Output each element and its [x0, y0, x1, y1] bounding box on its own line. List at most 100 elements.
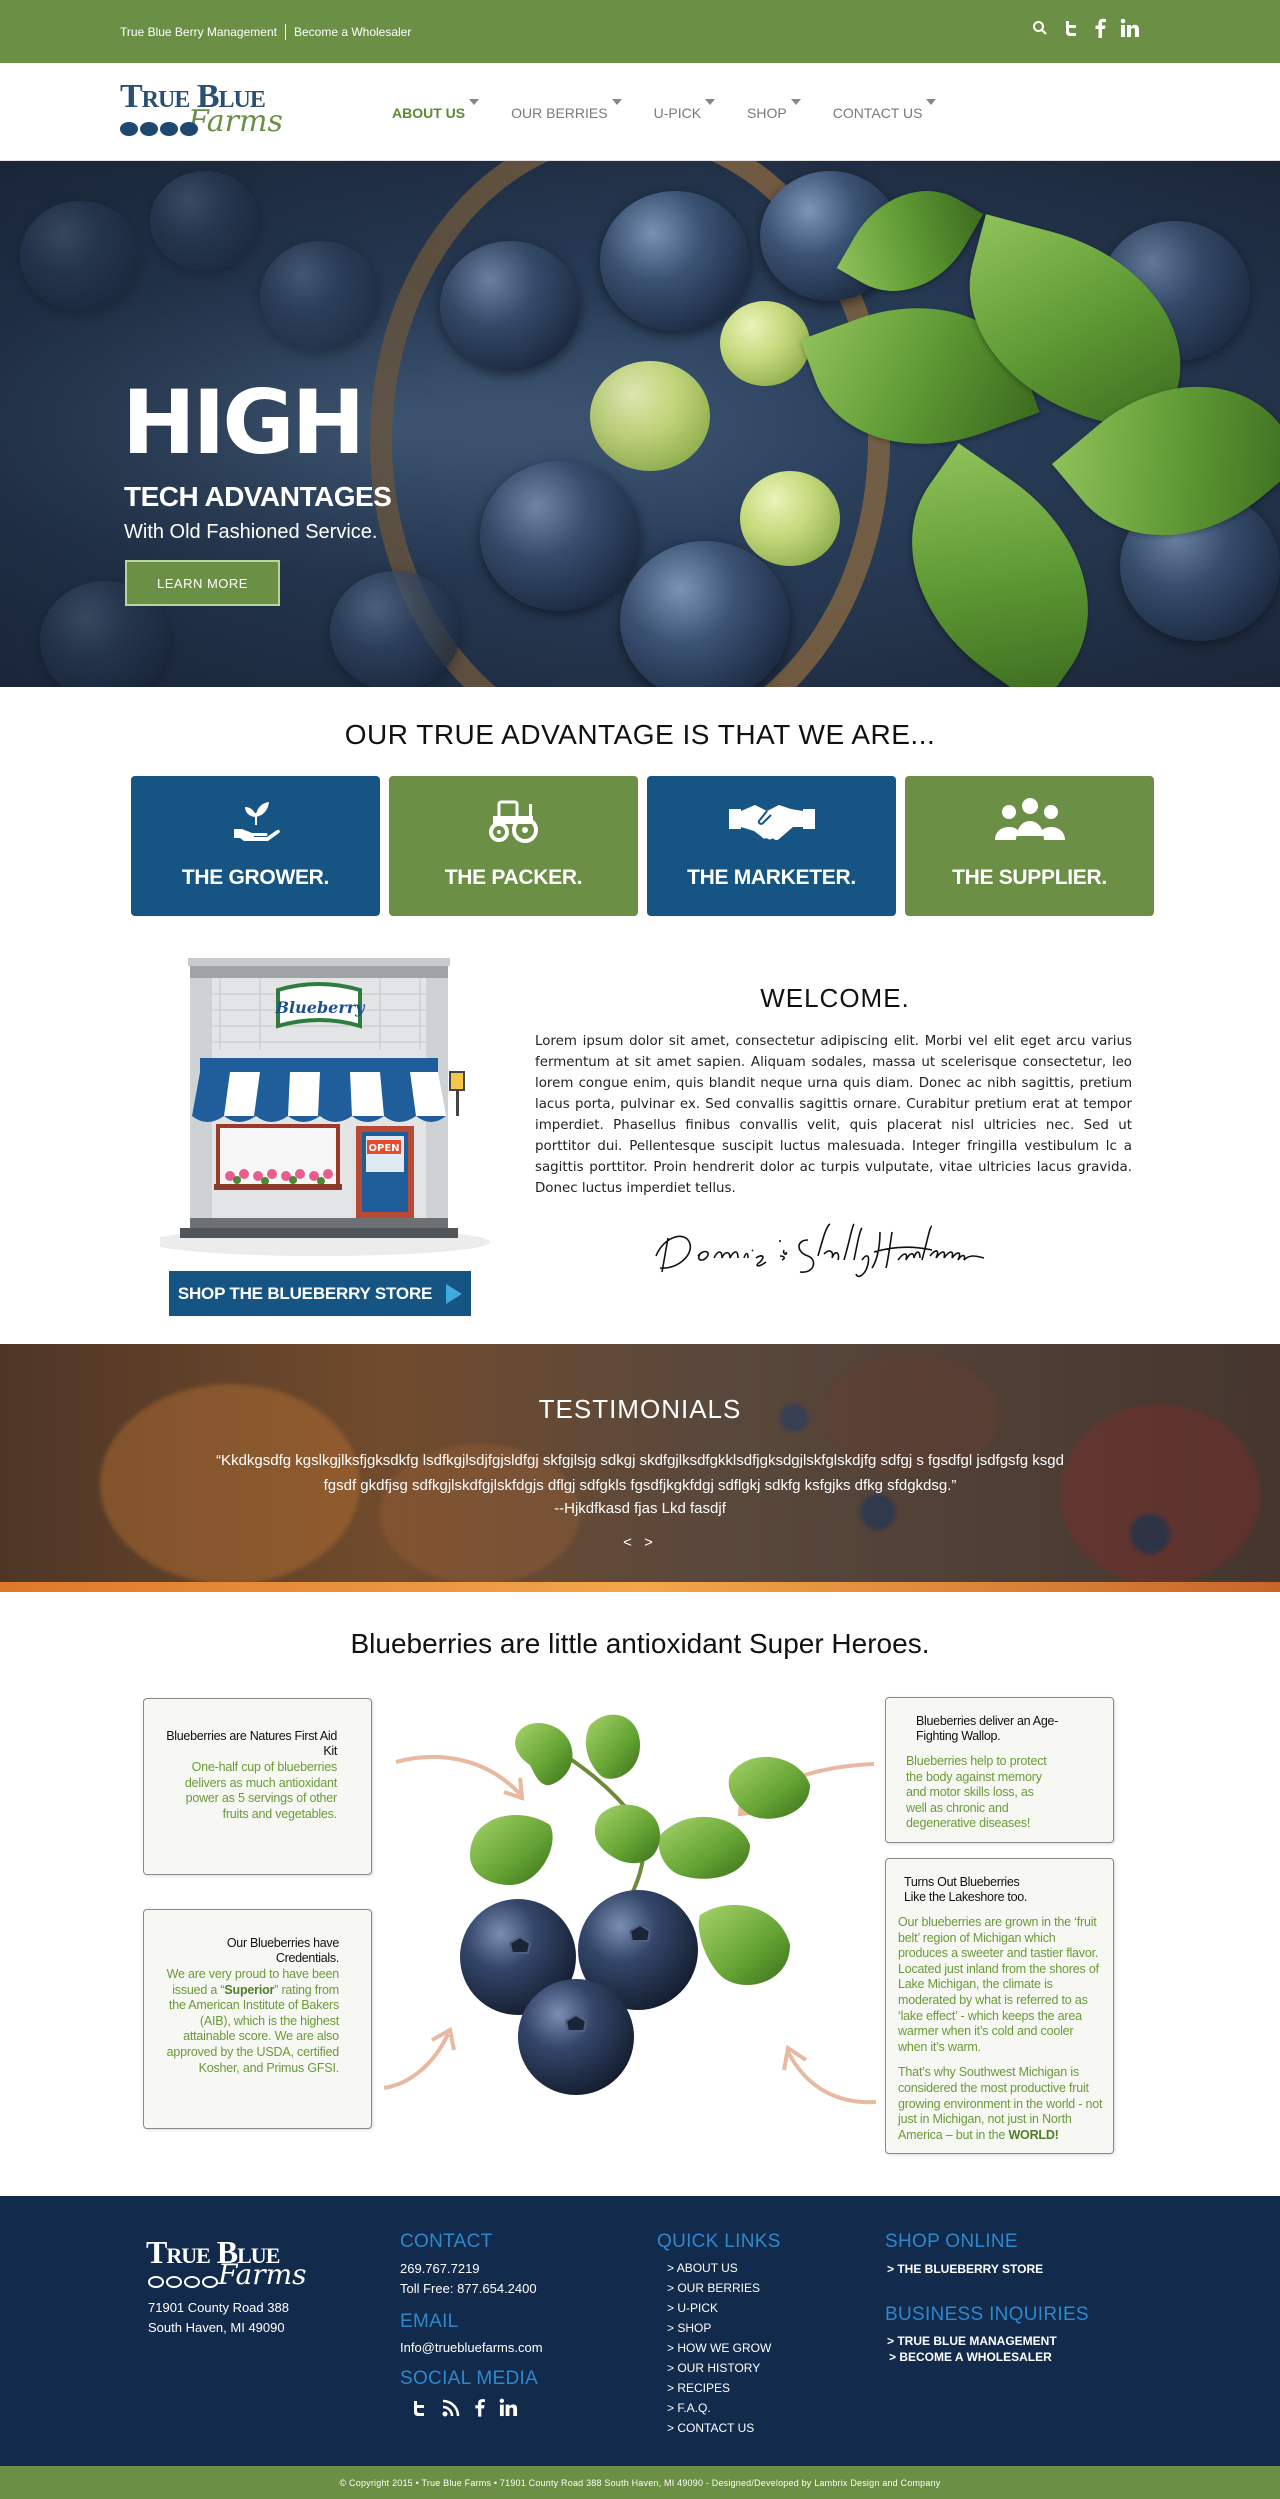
nav-item-about-us[interactable]: ABOUT US [392, 99, 480, 121]
tile-label: THE MARKETER. [687, 866, 856, 889]
chevron-down-icon [926, 99, 937, 105]
tractor-icon [485, 794, 543, 846]
fact-card-first-aid: Blueberries are Natures First Aid Kit On… [143, 1698, 372, 1875]
fact-title: Turns Out Blueberries Like the Lakeshore… [904, 1875, 1028, 1904]
management-link[interactable]: True Blue Berry Management [120, 25, 277, 39]
rss-icon[interactable] [442, 2399, 460, 2422]
fact-body-2: That’s why Southwest Michigan is conside… [898, 2065, 1103, 2142]
chevron-down-icon [469, 99, 480, 105]
testimonials-section: TESTIMONIALS “Kkdkgsdfg kgslkgjlksfjgksd… [0, 1344, 1280, 1592]
learn-more-button[interactable]: LEARN MORE [125, 560, 280, 606]
nav-item-our-berries[interactable]: OUR BERRIES [511, 99, 622, 121]
quick-link-u-pick[interactable]: U-PICK [667, 2298, 771, 2318]
nav-item-shop[interactable]: SHOP [747, 99, 801, 121]
tile-label: THE PACKER. [444, 866, 583, 889]
testimonial-author: --Hjkdfkasd fjas Lkd fasdjf [554, 1500, 726, 1517]
people-icon [993, 794, 1067, 846]
quick-link-shop[interactable]: SHOP [667, 2318, 771, 2338]
handshake-icon [727, 794, 817, 846]
quick-link-contact-us[interactable]: CONTACT US [667, 2418, 771, 2438]
welcome-title: WELCOME. [760, 983, 910, 1013]
business-inquiries-links: TRUE BLUE MANAGEMENT BECOME A WHOLESALER [887, 2333, 1057, 2365]
nav-item-label: OUR BERRIES [511, 105, 608, 121]
footer-logo[interactable]: True Blue Farms [146, 2234, 326, 2294]
fact-body: We are very proud to have been issued a … [166, 1967, 340, 2075]
quick-link-recipes[interactable]: RECIPES [667, 2378, 771, 2398]
site-footer: True Blue Farms 71901 County Road 388 So… [0, 2196, 1280, 2466]
hero-tagline: With Old Fashioned Service. [124, 521, 378, 543]
chevron-down-icon [705, 99, 716, 105]
toll-free-number[interactable]: Toll Free: 877.654.2400 [400, 2279, 537, 2299]
shop-online-heading: SHOP ONLINE [885, 2231, 1018, 2252]
facebook-icon[interactable] [1094, 18, 1106, 38]
fact-title: Blueberries are Natures First Aid Kit [166, 1729, 337, 1758]
footer-social-icons [410, 2398, 518, 2422]
testimonial-pager: < > [0, 1534, 1280, 1551]
become-wholesaler-link[interactable]: BECOME A WHOLESALER [887, 2349, 1057, 2365]
copyright-text: © Copyright 2015 • True Blue Farms • 719… [339, 2477, 941, 2488]
nav-item-contact-us[interactable]: CONTACT US [832, 99, 937, 121]
top-utility-bar: True Blue Berry Management Become a Whol… [0, 0, 1280, 63]
social-media-heading: SOCIAL MEDIA [400, 2368, 539, 2389]
previous-arrow-icon[interactable]: < [623, 1534, 636, 1551]
nav-item-u-pick[interactable]: U-PICK [654, 99, 716, 121]
advantage-tiles: THE GROWER. THE PACKER. THE MARKETER. TH… [131, 776, 1154, 916]
wholesaler-link[interactable]: Become a Wholesaler [294, 25, 411, 39]
shop-button-label: SHOP THE BLUEBERRY STORE [177, 1283, 433, 1303]
facebook-icon[interactable] [474, 2398, 485, 2422]
owners-signature [648, 1220, 1028, 1295]
svg-text:Blueberry: Blueberry [275, 998, 367, 1017]
tile-supplier[interactable]: THE SUPPLIER. [905, 776, 1154, 916]
quick-link-how-we-grow[interactable]: HOW WE GROW [667, 2338, 771, 2358]
tile-packer[interactable]: THE PACKER. [389, 776, 638, 916]
testimonials-bottom-strip [0, 1582, 1280, 1592]
hero-headline: HIGH [122, 371, 365, 474]
site-logo[interactable]: True Blue Farms [118, 78, 298, 148]
nav-item-label: SHOP [747, 105, 787, 121]
twitter-icon[interactable] [410, 2399, 428, 2422]
next-arrow-icon[interactable]: > [644, 1534, 657, 1551]
linkedin-icon[interactable] [1120, 18, 1140, 38]
business-inquiries-heading: BUSINESS INQUIRIES [885, 2304, 1089, 2325]
chevron-down-icon [790, 99, 801, 105]
email-link[interactable]: Info@truebluefarms.com [400, 2338, 543, 2358]
arrow-right-icon [446, 1283, 463, 1304]
address-line: South Haven, MI 49090 [148, 2320, 285, 2335]
unripe-berry-image [740, 471, 840, 566]
chevron-down-icon [611, 99, 622, 105]
svg-text:OPEN: OPEN [368, 1143, 399, 1154]
shop-online-links: THE BLUEBERRY STORE [887, 2261, 1043, 2277]
blueberry-store-illustration[interactable]: Blueberry OPEN [150, 950, 510, 1260]
fact-title: Blueberries deliver an Age-Fighting Wall… [916, 1714, 1058, 1743]
linkedin-icon[interactable] [499, 2398, 518, 2422]
tile-label: THE GROWER. [181, 866, 330, 889]
twitter-icon[interactable] [1062, 19, 1080, 37]
utility-icons [1032, 18, 1140, 38]
quick-link-faq[interactable]: F.A.Q. [667, 2398, 771, 2418]
advantage-title: OUR TRUE ADVANTAGE IS THAT WE ARE... [344, 719, 936, 750]
testimonials-title: TESTIMONIALS [538, 1394, 742, 1424]
divider [284, 24, 286, 40]
nav-item-label: ABOUT US [392, 105, 466, 121]
testimonial-quote: “Kkdkgsdfg kgslkgjlksfjgksdkfg lsdfkgjls… [216, 1452, 1064, 1494]
search-icon[interactable] [1032, 20, 1048, 36]
blueberry-store-link[interactable]: THE BLUEBERRY STORE [887, 2261, 1043, 2277]
true-blue-management-link[interactable]: TRUE BLUE MANAGEMENT [887, 2333, 1056, 2349]
address-line: 71901 County Road 388 [148, 2300, 289, 2315]
tile-grower[interactable]: THE GROWER. [131, 776, 380, 916]
fact-title: Our Blueberries have Credentials. [226, 1936, 339, 1965]
nav-item-label: CONTACT US [832, 105, 923, 121]
logo-berries-icon [148, 2276, 218, 2288]
quick-link-our-history[interactable]: OUR HISTORY [667, 2358, 771, 2378]
quick-link-our-berries[interactable]: OUR BERRIES [667, 2278, 771, 2298]
hero-subheadline: TECH ADVANTAGES [124, 481, 392, 512]
phone-number[interactable]: 269.767.7219 [400, 2259, 480, 2279]
nav-menu: ABOUT US OUR BERRIES U-PICK SHOP CONTACT… [392, 99, 968, 121]
main-navigation: True Blue Farms ABOUT US OUR BERRIES U-P… [0, 63, 1280, 161]
utility-links: True Blue Berry Management Become a Whol… [120, 24, 411, 40]
tile-marketer[interactable]: THE MARKETER. [647, 776, 896, 916]
fact-card-credentials: Our Blueberries have Credentials. We are… [143, 1909, 372, 2129]
shop-blueberry-store-button[interactable]: SHOP THE BLUEBERRY STORE [169, 1271, 471, 1316]
quick-link-about-us[interactable]: ABOUT US [667, 2258, 771, 2278]
unripe-berry-image [720, 301, 810, 386]
